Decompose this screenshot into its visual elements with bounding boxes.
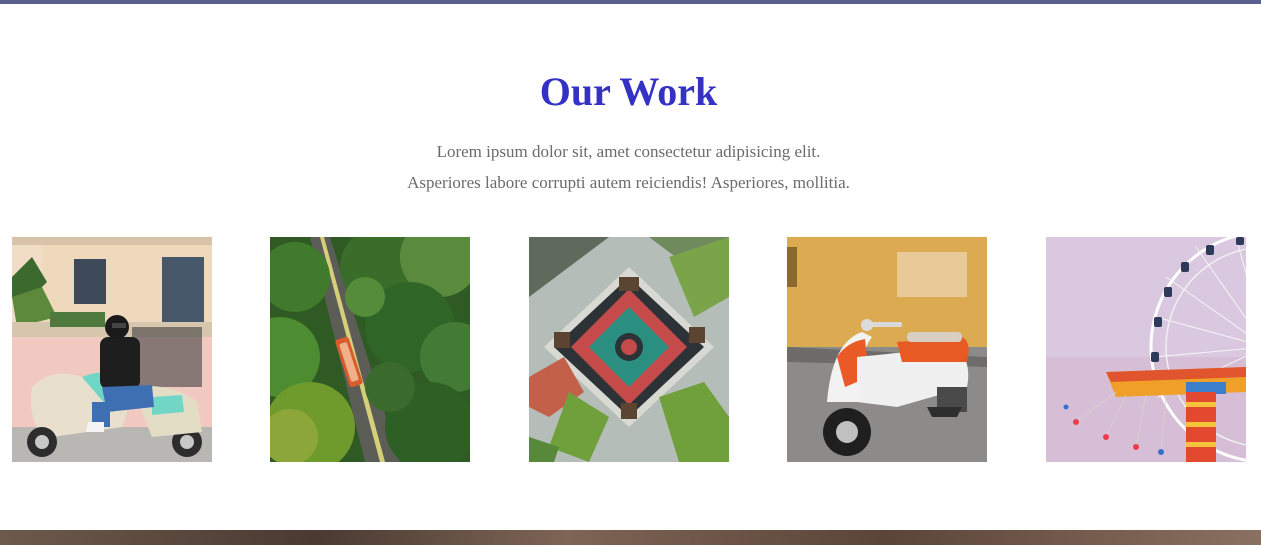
gallery-image-vintage-scooter[interactable]: [787, 237, 987, 462]
gallery-image-forest-road[interactable]: [270, 237, 470, 462]
gallery-image-playground[interactable]: [529, 237, 729, 462]
section-title: Our Work: [539, 69, 718, 114]
next-section-background: [0, 530, 1261, 545]
vintage-scooter-photo: [787, 237, 987, 462]
description-line-2: Asperiores labore corrupti autem reicien…: [407, 173, 850, 192]
ferris-wheel-photo: [1046, 237, 1246, 462]
scooter-rider-photo: [12, 237, 212, 462]
gallery-image-ferris-wheel[interactable]: [1046, 237, 1246, 462]
description-line-1: Lorem ipsum dolor sit, amet consectetur …: [436, 142, 821, 161]
forest-road-photo: [270, 237, 470, 462]
playground-photo: [529, 237, 729, 462]
work-gallery: [0, 237, 1261, 462]
gallery-image-scooter-rider[interactable]: [12, 237, 212, 462]
top-border: [0, 0, 1261, 4]
section-description: Lorem ipsum dolor sit, amet consectetur …: [0, 136, 1257, 198]
